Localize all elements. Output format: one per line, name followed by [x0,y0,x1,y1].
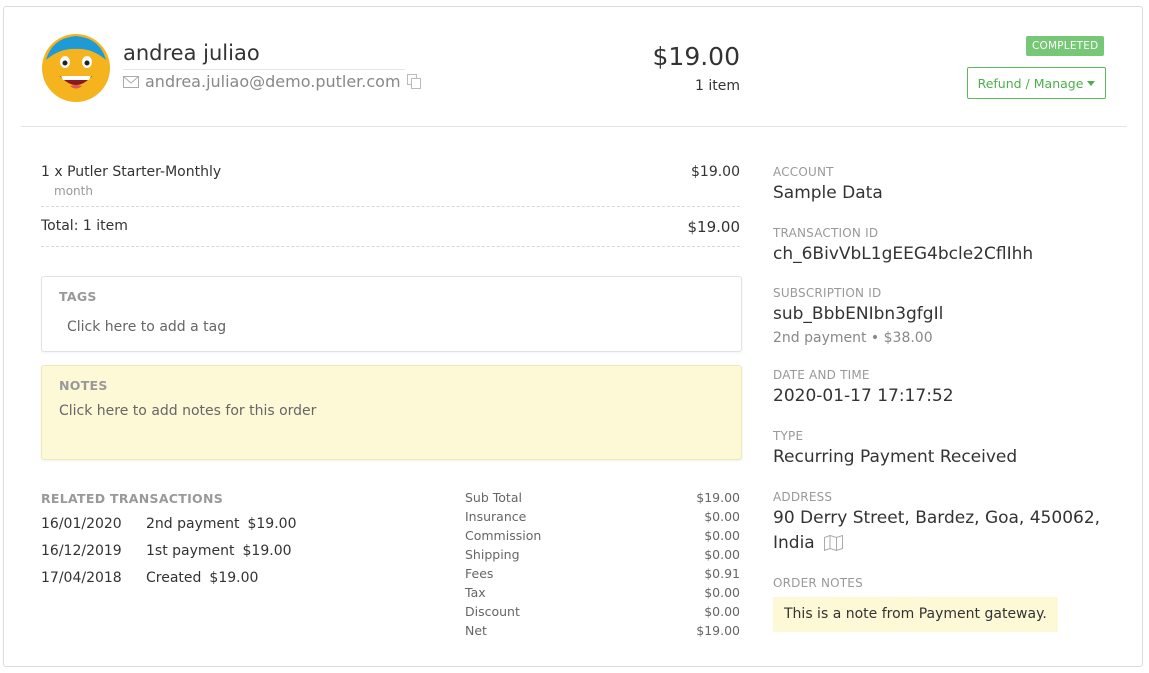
related-transaction-row[interactable]: 16/01/2020 2nd payment $19.00 [41,516,296,532]
summary-label: Fees [465,566,494,581]
summary-label: Sub Total [465,490,522,505]
subscription-id-value: sub_BbbENIbn3gfgIl [773,304,944,324]
line-item-price: $19.00 [691,164,740,180]
smiley-avatar-icon [42,34,110,102]
transaction-id-value: ch_6BivVbL1gEEG4bcle2CflIhh [773,244,1034,264]
summary-row-subtotal: Sub Total $19.00 [465,490,740,509]
summary-value: $0.00 [704,528,740,543]
total-divider [41,246,740,247]
summary-row-discount: Discount $0.00 [465,604,740,623]
summary-row-commission: Commission $0.00 [465,528,740,547]
summary-label: Discount [465,604,520,619]
line-item-name: 1 x Putler Starter-Monthly [41,164,222,180]
summary-label: Net [465,623,487,638]
type-label: TYPE [773,429,804,443]
subscription-payment-info: 2nd payment • $38.00 [773,330,933,346]
related-desc: Created [146,570,202,586]
related-amount: $19.00 [209,570,259,586]
related-transactions-title: RELATED TRANSACTIONS [41,491,224,506]
total-label: Total: 1 item [41,218,128,234]
summary-row-net: Net $19.00 [465,623,740,642]
related-amount: $19.00 [247,516,297,532]
summary-label: Insurance [465,509,527,524]
refund-manage-label: Refund / Manage [977,75,1084,91]
account-label: ACCOUNT [773,165,834,179]
total-value: $19.00 [687,218,741,236]
transaction-id-label: TRANSACTION ID [773,226,879,240]
related-transaction-row[interactable]: 17/04/2018 Created $19.00 [41,570,258,586]
tags-panel: TAGS Click here to add a tag [41,276,742,352]
address-label: ADDRESS [773,490,833,504]
line-item-period: month [54,184,93,198]
related-transaction-row[interactable]: 16/12/2019 1st payment $19.00 [41,543,292,559]
refund-manage-button[interactable]: Refund / Manage [967,67,1106,99]
type-value: Recurring Payment Received [773,447,1018,467]
order-item-count: 1 item [695,78,740,94]
summary-row-tax: Tax $0.00 [465,585,740,604]
summary-label: Shipping [465,547,520,562]
summary-value: $0.00 [704,547,740,562]
summary-value: $0.00 [704,604,740,619]
map-icon[interactable] [824,535,844,551]
address-line-2-row: India [773,531,844,556]
related-desc: 1st payment [146,543,235,559]
header-divider [21,126,1127,127]
summary-value: $19.00 [696,623,740,638]
add-tag-input[interactable]: Click here to add a tag [67,319,226,335]
datetime-value: 2020-01-17 17:17:52 [773,386,954,406]
line-item-divider [41,206,740,207]
copy-icon[interactable] [406,74,421,89]
subscription-id-label: SUBSCRIPTION ID [773,286,882,300]
order-amount: $19.00 [652,42,740,71]
related-date: 16/12/2019 [41,543,122,559]
address-line-2: India [773,533,815,553]
envelope-icon [123,75,139,88]
avatar [42,34,110,102]
related-date: 17/04/2018 [41,570,122,586]
summary-label: Tax [465,585,486,600]
order-note-text: This is a note from Payment gateway. [773,597,1058,632]
tags-title: TAGS [59,289,97,304]
order-card: andrea juliao andrea.juliao@demo.putler.… [3,6,1143,667]
add-notes-input[interactable]: Click here to add notes for this order [59,403,316,419]
customer-email[interactable]: andrea.juliao@demo.putler.com [145,72,401,91]
summary-row-insurance: Insurance $0.00 [465,509,740,528]
status-badge: COMPLETED [1026,36,1105,56]
datetime-label: DATE AND TIME [773,368,870,382]
address-line-1: 90 Derry Street, Bardez, Goa, 450062, [773,508,1101,528]
order-notes-label: ORDER NOTES [773,576,863,590]
related-desc: 2nd payment [146,516,240,532]
notes-panel: NOTES Click here to add notes for this o… [41,365,742,460]
related-amount: $19.00 [242,543,292,559]
caret-down-icon [1087,80,1096,86]
customer-email-row: andrea.juliao@demo.putler.com [123,72,421,91]
summary-value: $0.00 [704,585,740,600]
name-divider [123,69,405,70]
related-date: 16/01/2020 [41,516,122,532]
customer-name: andrea juliao [123,41,260,65]
summary-row-shipping: Shipping $0.00 [465,547,740,566]
summary-value: $0.00 [704,509,740,524]
summary-value: $19.00 [696,490,740,505]
account-value: Sample Data [773,183,883,203]
notes-title: NOTES [59,378,108,393]
summary-label: Commission [465,528,542,543]
summary-value: $0.91 [704,566,740,581]
summary-row-fees: Fees $0.91 [465,566,740,585]
